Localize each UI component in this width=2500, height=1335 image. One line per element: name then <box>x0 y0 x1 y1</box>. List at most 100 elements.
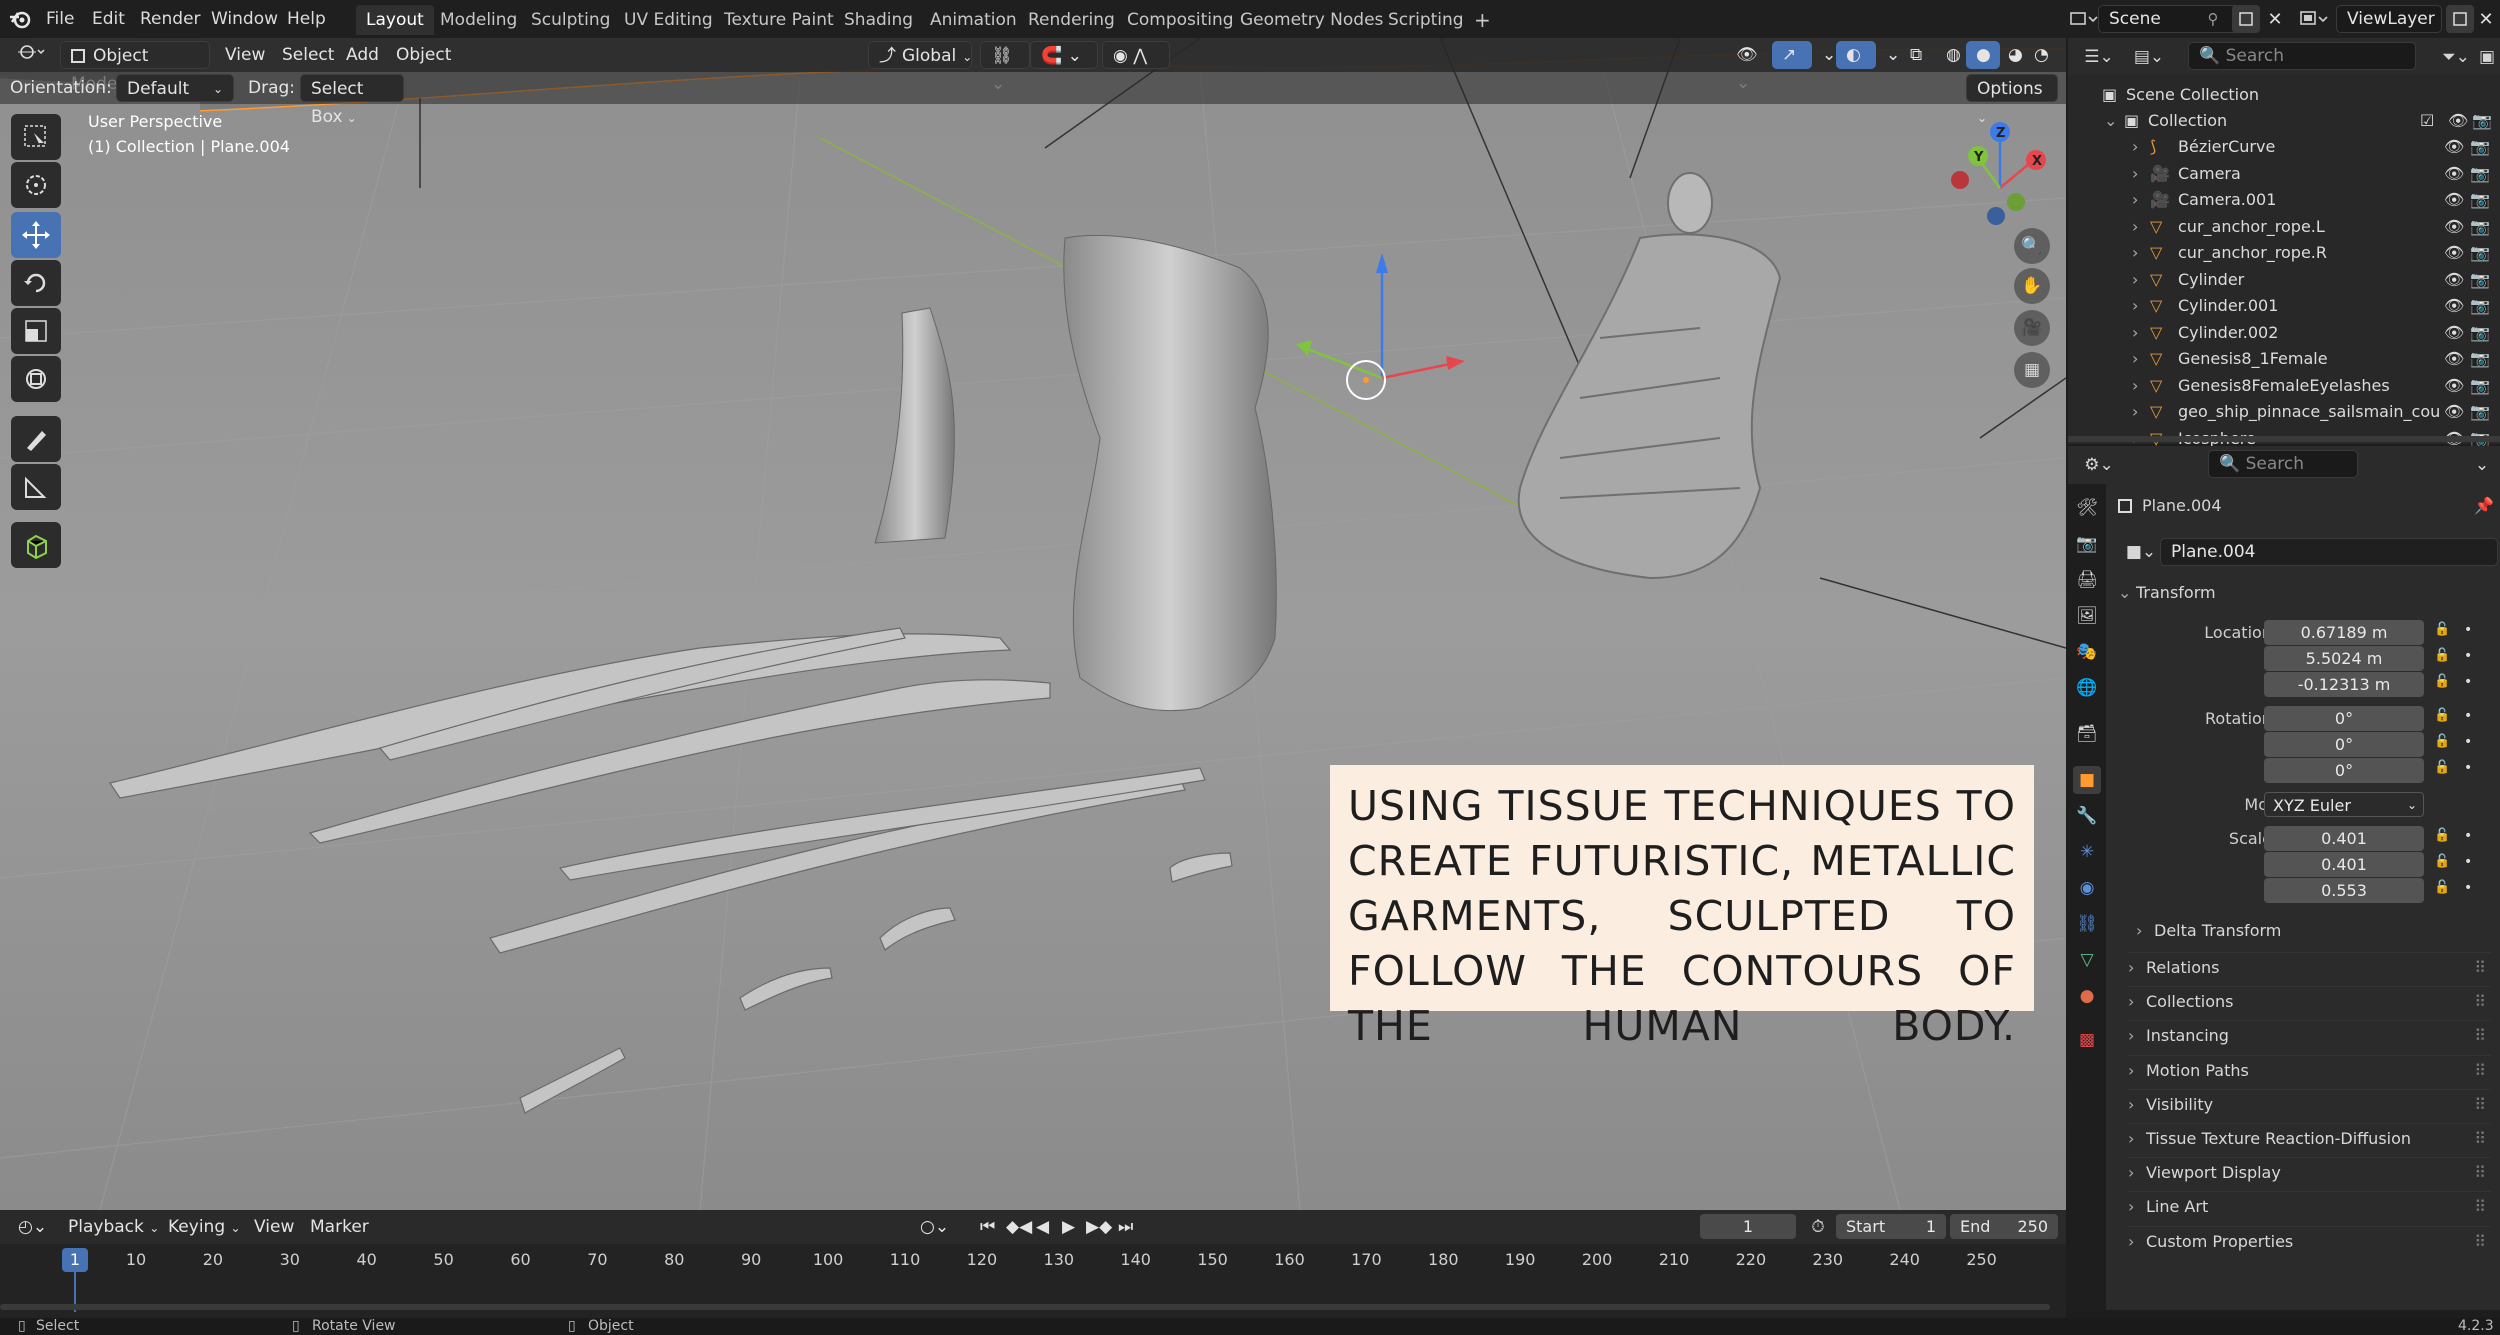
material-tab-icon[interactable]: ● <box>2073 982 2101 1010</box>
gizmo-toggle-icon[interactable]: ↗ <box>1772 41 1812 69</box>
keyframe-dot-icon[interactable]: • <box>2464 734 2472 750</box>
drag-handle-icon[interactable]: ⠿ <box>2474 1056 2486 1086</box>
cursor-tool-icon[interactable] <box>11 162 61 208</box>
chevron-right-icon[interactable]: › <box>2132 346 2138 372</box>
drag-handle-icon[interactable]: ⠿ <box>2474 953 2486 983</box>
current-frame-marker[interactable]: 1 <box>62 1248 88 1272</box>
rotation-mode-select[interactable]: XYZ Euler ⌄ <box>2264 792 2424 817</box>
world-tab-icon[interactable]: 🌐 <box>2073 674 2101 702</box>
outliner-item[interactable]: › 🎥 Camera 👁 📷 <box>2068 161 2500 187</box>
panel-instancing[interactable]: › Instancing ⠿ <box>2128 1020 2490 1050</box>
rotation-x-field[interactable]: 0° <box>2264 706 2424 731</box>
menu-file[interactable]: File <box>46 0 74 38</box>
camera-view-icon[interactable]: 🎥 <box>2014 310 2050 346</box>
outliner-scrollbar[interactable] <box>2068 436 2500 442</box>
lock-icon[interactable]: 🔓 <box>2434 674 2450 689</box>
camera-render-icon[interactable]: 📷 <box>2470 399 2490 425</box>
pivot-point-icon[interactable]: ⛓ ⌄ <box>980 41 1030 94</box>
chevron-right-icon[interactable]: › <box>2132 214 2138 240</box>
keyframe-dot-icon[interactable]: • <box>2464 854 2472 870</box>
editor-type-icon[interactable] <box>8 41 58 69</box>
panel-custom-properties[interactable]: › Custom Properties ⠿ <box>2128 1225 2490 1256</box>
pan-view-icon[interactable]: ✋ <box>2014 268 2050 304</box>
texture-tab-icon[interactable]: ▩ <box>2073 1026 2101 1054</box>
new-collection-icon[interactable]: ▣ <box>2476 46 2498 68</box>
menu-playback[interactable]: Playback ⌄ <box>68 1213 159 1241</box>
tab-modeling[interactable]: Modeling <box>430 5 527 35</box>
jump-keyframe-forward-icon[interactable]: ▶◆ <box>1076 1213 1112 1241</box>
delete-scene-icon[interactable]: ✕ <box>2262 5 2288 33</box>
camera-render-icon[interactable]: 📷 <box>2472 108 2492 134</box>
particles-tab-icon[interactable]: ✳ <box>2073 838 2101 866</box>
lock-icon[interactable]: 🔓 <box>2434 854 2450 869</box>
select-box-tool-icon[interactable] <box>11 114 61 160</box>
tab-rendering[interactable]: Rendering <box>1018 5 1125 35</box>
checkbox-icon[interactable]: ☑ <box>2420 108 2434 134</box>
collection-tab-icon[interactable]: 🗃 <box>2073 720 2101 748</box>
chevron-right-icon[interactable]: › <box>2132 187 2138 213</box>
chevron-right-icon[interactable]: › <box>2132 240 2138 266</box>
object-tab-icon[interactable]: ■ <box>2073 766 2101 794</box>
keyframe-dot-icon[interactable]: • <box>2464 648 2472 664</box>
zoom-view-icon[interactable]: 🔍 <box>2014 228 2050 264</box>
camera-render-icon[interactable]: 📷 <box>2470 134 2490 160</box>
eye-icon[interactable]: 👁 <box>2444 346 2464 372</box>
pin-icon[interactable]: 📌 <box>2474 492 2494 520</box>
display-mode-icon[interactable]: ▤⌄ <box>2134 46 2164 68</box>
outliner-item[interactable]: › ▽ Genesis8_1Female 👁 📷 <box>2068 346 2500 372</box>
scene-icon[interactable] <box>2066 8 2102 30</box>
modifier-tab-icon[interactable]: 🔧 <box>2073 802 2101 830</box>
panel-visibility[interactable]: › Visibility ⠿ <box>2128 1088 2490 1119</box>
location-z-field[interactable]: -0.12313 m <box>2264 672 2424 697</box>
drag-handle-icon[interactable]: ⠿ <box>2474 1192 2486 1222</box>
measure-tool-icon[interactable] <box>11 464 61 510</box>
3d-viewport[interactable]: Object Mode⌄ View Select Add Object ⤴ Glo… <box>0 38 2066 1210</box>
outliner-item[interactable]: › ▽ Cylinder 👁 📷 <box>2068 267 2500 293</box>
outliner-collection[interactable]: ⌄ ▣ Collection ☑ 👁 📷 <box>2068 108 2500 134</box>
mode-selector[interactable]: Object Mode⌄ <box>60 41 210 94</box>
tab-sculpting[interactable]: Sculpting <box>521 5 620 35</box>
filter-icon[interactable]: ⏷⌄ <box>2438 46 2474 68</box>
panel-relations[interactable]: › Relations ⠿ <box>2128 952 2490 982</box>
scale-x-field[interactable]: 0.401 <box>2264 826 2424 851</box>
auto-keying-icon[interactable]: ○⌄ <box>910 1213 950 1241</box>
new-scene-icon[interactable] <box>2232 5 2260 33</box>
keyframe-dot-icon[interactable]: • <box>2464 708 2472 724</box>
lock-icon[interactable]: 🔓 <box>2434 648 2450 663</box>
delete-view-layer-icon[interactable]: ✕ <box>2474 5 2498 33</box>
wireframe-shading-icon[interactable]: ◍ <box>1936 41 1970 69</box>
drag-handle-icon[interactable]: ⠿ <box>2474 1124 2486 1154</box>
lock-icon[interactable]: 🔓 <box>2434 708 2450 723</box>
physics-tab-icon[interactable]: ◉ <box>2073 874 2101 902</box>
panel-collections[interactable]: › Collections ⠿ <box>2128 986 2490 1016</box>
overlays-toggle-icon[interactable]: ◐ <box>1836 41 1876 69</box>
lock-icon[interactable]: 🔓 <box>2434 828 2450 843</box>
start-frame-field[interactable]: Start 1 <box>1836 1214 1946 1239</box>
camera-render-icon[interactable]: 📷 <box>2470 346 2490 372</box>
camera-render-icon[interactable]: 📷 <box>2470 373 2490 399</box>
outliner-item[interactable]: › 🎥 Camera.001 👁 📷 <box>2068 187 2500 213</box>
keyframe-dot-icon[interactable]: • <box>2464 880 2472 896</box>
camera-render-icon[interactable]: 📷 <box>2470 187 2490 213</box>
camera-render-icon[interactable]: 📷 <box>2470 240 2490 266</box>
outliner-editor-icon[interactable]: ☰⌄ <box>2084 46 2114 68</box>
outliner-item[interactable]: › ▽ cur_anchor_rope.L 👁 📷 <box>2068 214 2500 240</box>
timeline-editor-icon[interactable]: ◴⌄ <box>8 1213 56 1241</box>
frame-ruler[interactable]: 1 10 20 30 40 50 60 70 80 90 100 110 120 130 140 150 160… <box>0 1246 2066 1312</box>
tab-shading[interactable]: Shading <box>834 5 923 35</box>
chevron-right-icon[interactable]: › <box>2132 134 2138 160</box>
solid-shading-icon[interactable]: ● <box>1966 41 2000 69</box>
current-frame-field[interactable]: 1 <box>1700 1214 1796 1239</box>
outliner-search-input[interactable]: 🔍 Search <box>2188 42 2416 70</box>
transform-tool-icon[interactable] <box>11 356 61 402</box>
options-button[interactable]: Options ⌄ <box>1966 74 2058 125</box>
camera-render-icon[interactable]: 📷 <box>2470 293 2490 319</box>
add-cube-tool-icon[interactable] <box>11 522 61 568</box>
menu-edit[interactable]: Edit <box>92 0 125 38</box>
chevron-right-icon[interactable]: › <box>2132 293 2138 319</box>
lock-icon[interactable]: 🔓 <box>2434 880 2450 895</box>
data-tab-icon[interactable]: ▽ <box>2073 946 2101 974</box>
outliner-item[interactable]: › ▽ Genesis8FemaleEyelashes 👁 📷 <box>2068 373 2500 399</box>
rotation-y-field[interactable]: 0° <box>2264 732 2424 757</box>
view-layer-tab-icon[interactable]: 🖼 <box>2073 602 2101 630</box>
